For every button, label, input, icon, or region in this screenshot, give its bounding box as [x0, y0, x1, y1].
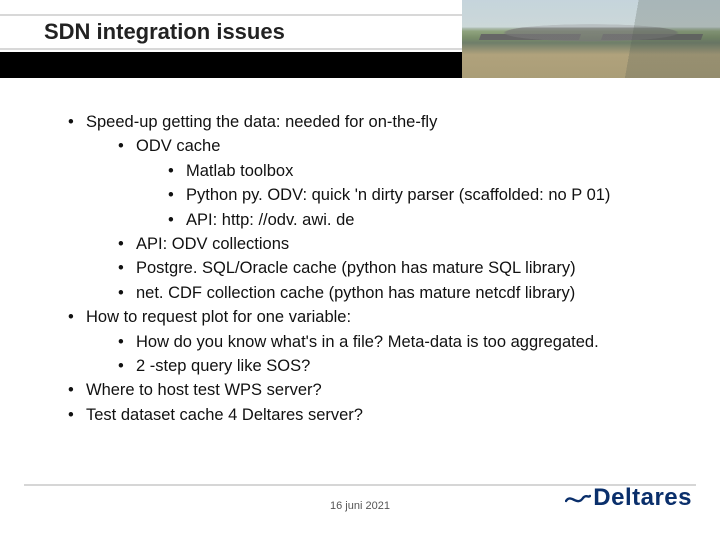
bullet-l2: Postgre. SQL/Oracle cache (python has ma…	[114, 256, 690, 280]
bullet-l3: API: http: //odv. awi. de	[164, 208, 690, 232]
bullet-l2: How do you know what's in a file? Meta-d…	[114, 330, 690, 354]
slide-body: Speed-up getting the data: needed for on…	[64, 110, 690, 427]
bullet-text: How to request plot for one variable:	[86, 308, 351, 326]
bullet-text: Where to host test WPS server?	[86, 381, 322, 399]
bullet-text: Test dataset cache 4 Deltares server?	[86, 406, 363, 424]
bullet-l3: Matlab toolbox	[164, 159, 690, 183]
bullet-l3: Python py. ODV: quick 'n dirty parser (s…	[164, 183, 690, 207]
bullet-text: Matlab toolbox	[186, 162, 293, 180]
bullet-text: API: http: //odv. awi. de	[186, 211, 354, 229]
wave-icon	[565, 486, 591, 504]
bullet-text: Postgre. SQL/Oracle cache (python has ma…	[136, 259, 576, 277]
bullet-l1: Test dataset cache 4 Deltares server?	[64, 403, 690, 427]
bullet-l2: ODV cache Matlab toolbox Python py. ODV:…	[114, 134, 690, 232]
bullet-text: API: ODV collections	[136, 235, 289, 253]
bullet-l1: How to request plot for one variable: Ho…	[64, 305, 690, 378]
bullet-text: How do you know what's in a file? Meta-d…	[136, 333, 599, 351]
slide-title: SDN integration issues	[0, 19, 285, 45]
slide-header: SDN integration issues	[0, 0, 720, 78]
bullet-text: Python py. ODV: quick 'n dirty parser (s…	[186, 186, 610, 204]
logo-text: Deltares	[593, 484, 692, 511]
bullet-l1: Speed-up getting the data: needed for on…	[64, 110, 690, 305]
deltares-logo: Deltares	[565, 484, 692, 512]
bullet-text: 2 -step query like SOS?	[136, 357, 310, 375]
slide: SDN integration issues Speed-up getting …	[0, 0, 720, 540]
bullet-text: net. CDF collection cache (python has ma…	[136, 284, 575, 302]
bullet-l1: Where to host test WPS server?	[64, 378, 690, 402]
bullet-text: ODV cache	[136, 137, 220, 155]
bullet-l2: API: ODV collections	[114, 232, 690, 256]
header-photo	[462, 0, 720, 78]
bullet-text: Speed-up getting the data: needed for on…	[86, 113, 437, 131]
bullet-l2: net. CDF collection cache (python has ma…	[114, 281, 690, 305]
bullet-l2: 2 -step query like SOS?	[114, 354, 690, 378]
